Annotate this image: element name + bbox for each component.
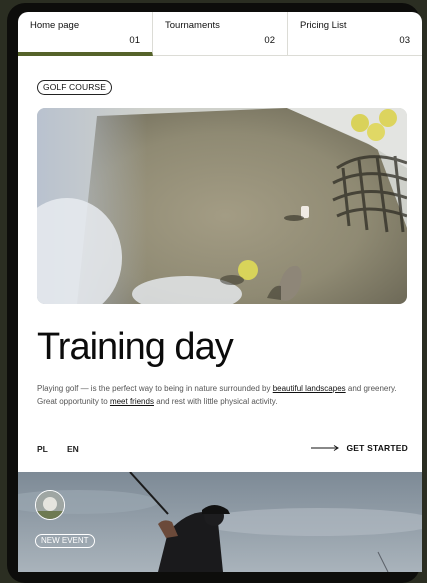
get-started-button[interactable]: GET STARTED: [311, 443, 408, 453]
event-banner: NEW EVENT: [18, 472, 422, 572]
cta-label: GET STARTED: [346, 443, 408, 453]
avatar: [35, 490, 65, 520]
meet-friends-link[interactable]: meet friends: [110, 397, 154, 406]
nav-item-number: 03: [399, 35, 410, 46]
desc-text: and rest with little physical activity.: [153, 397, 278, 406]
nav-item-number: 02: [264, 35, 275, 46]
hero-image: [37, 108, 407, 304]
lang-en-button[interactable]: EN: [67, 444, 79, 454]
nav-item-number: 01: [129, 35, 140, 46]
device-frame: Home page 01 Tournaments 02 Pricing List…: [7, 3, 422, 583]
nav-item-home[interactable]: Home page 01: [18, 12, 153, 56]
nav-item-label: Home page: [30, 20, 80, 31]
nav-item-pricing[interactable]: Pricing List 03: [288, 12, 422, 56]
nav-item-tournaments[interactable]: Tournaments 02: [153, 12, 288, 56]
golf-course-tag: GOLF COURSE: [37, 80, 112, 95]
top-nav: Home page 01 Tournaments 02 Pricing List…: [18, 12, 422, 56]
golfer-photo: [18, 472, 422, 572]
lang-pl-button[interactable]: PL: [37, 444, 48, 454]
hero-description: Playing golf — is the perfect way to bei…: [37, 382, 407, 408]
arrow-right-icon: [311, 443, 340, 453]
page-title: Training day: [37, 326, 234, 368]
new-event-button[interactable]: NEW EVENT: [35, 534, 95, 548]
desc-text: Playing golf — is the perfect way to bei…: [37, 384, 273, 393]
nav-item-label: Pricing List: [300, 20, 347, 31]
nav-item-label: Tournaments: [165, 20, 220, 31]
app-screen: Home page 01 Tournaments 02 Pricing List…: [18, 12, 422, 572]
golf-bunker-photo: [37, 108, 407, 304]
beautiful-landscapes-link[interactable]: beautiful landscapes: [273, 384, 346, 393]
